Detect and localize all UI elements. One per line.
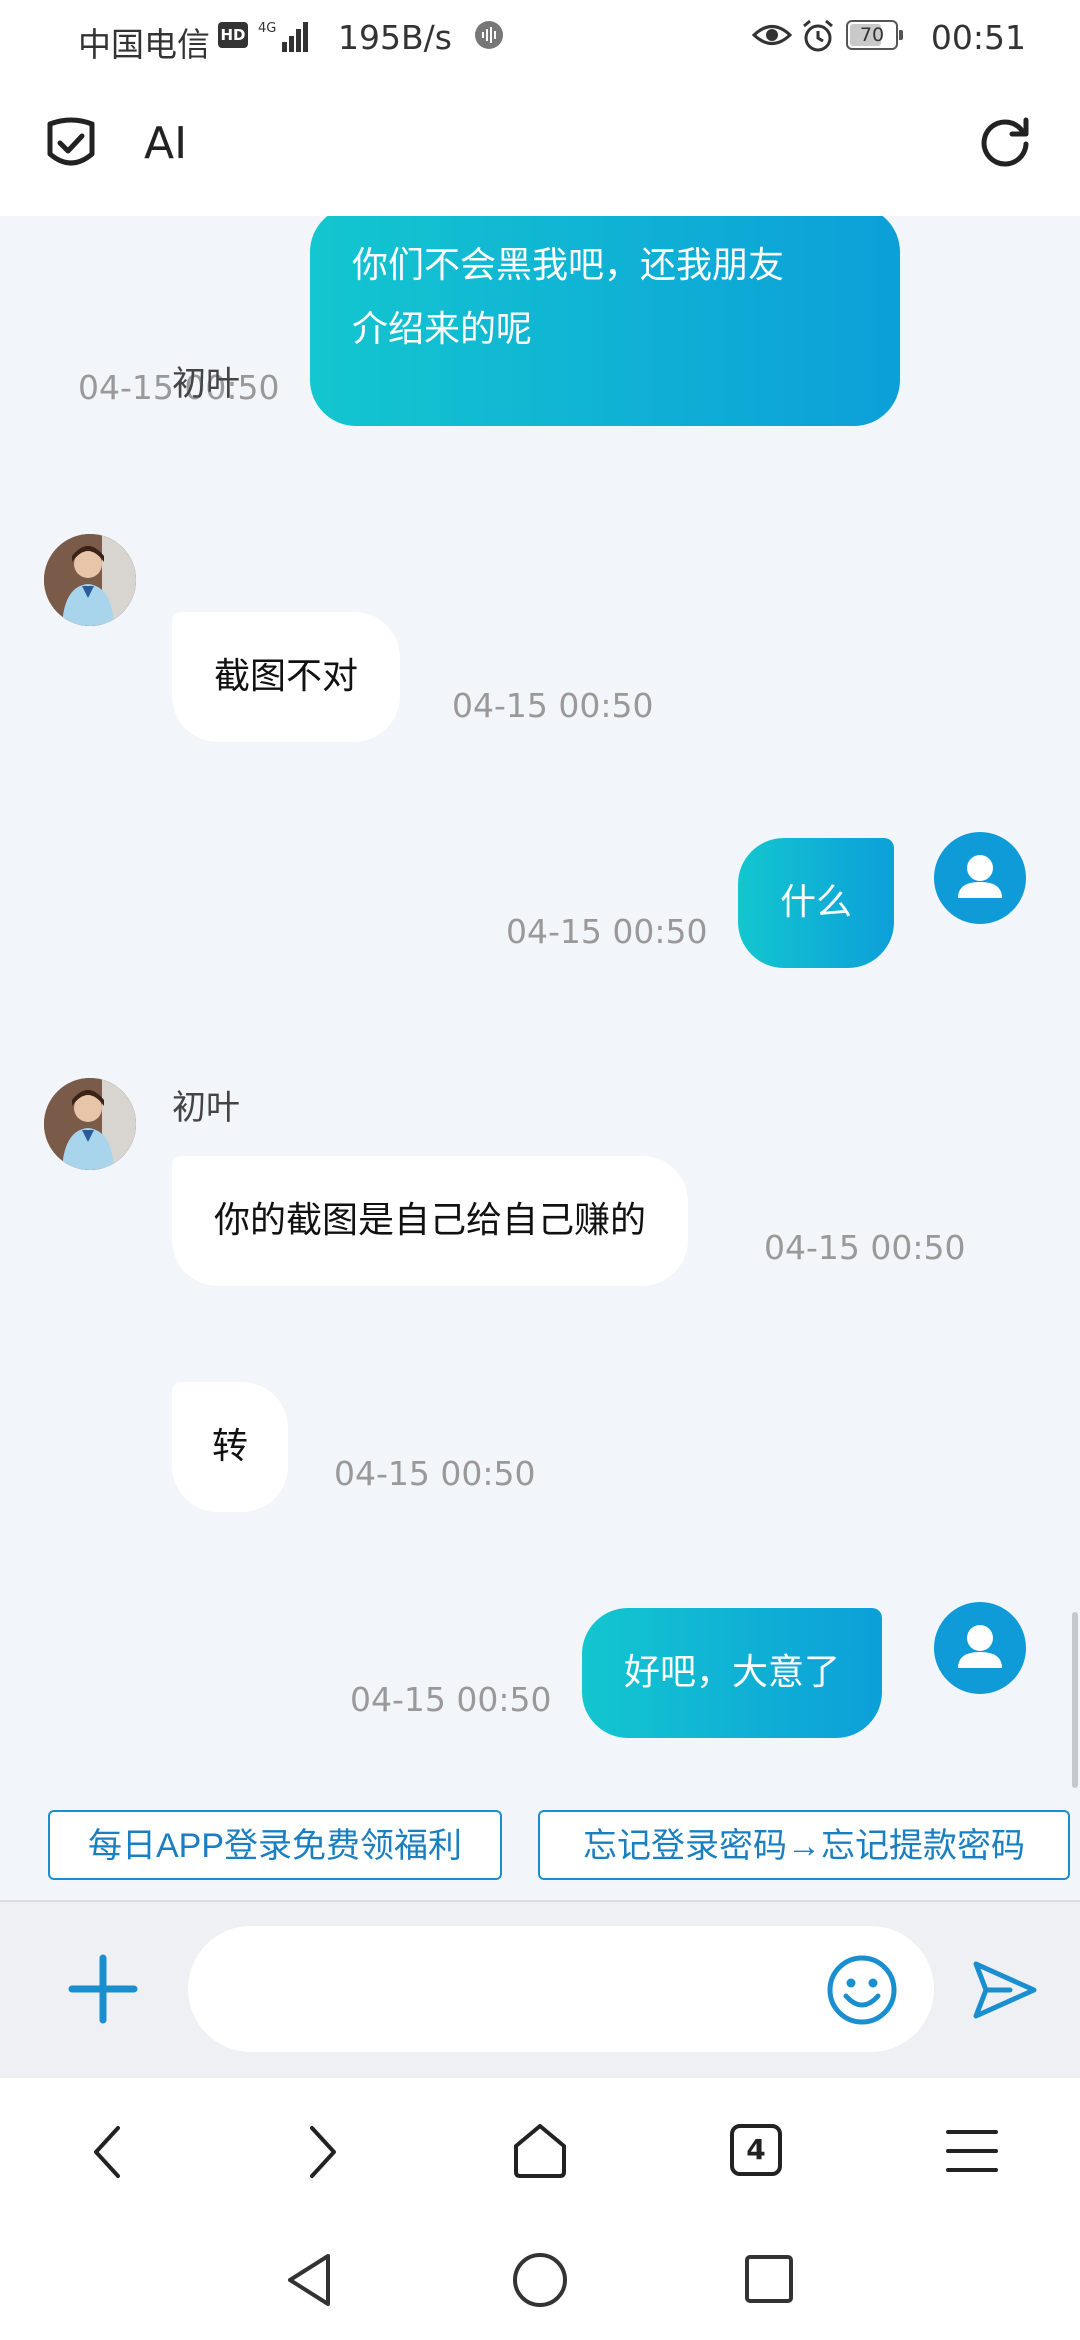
clock: 00:51 (930, 18, 1026, 57)
message-text: 好吧，大意了 (624, 1652, 841, 1693)
system-back-icon[interactable] (284, 2252, 334, 2312)
system-home-icon[interactable] (512, 2252, 568, 2312)
message-text: 什么 (780, 882, 853, 923)
send-icon[interactable] (970, 1958, 1040, 2026)
message-time: 04-15 00:50 (350, 1680, 552, 1719)
message-bubble-incoming: 截图不对 (172, 612, 401, 742)
hd-badge: HD (218, 22, 248, 48)
carrier-label: 中国电信 (78, 25, 210, 64)
alarm-icon (800, 18, 836, 58)
message-text: 转 (212, 1426, 249, 1467)
refresh-icon[interactable] (976, 112, 1034, 174)
sender-name: 初叶 (172, 364, 240, 404)
network-speed: 195B/s (338, 18, 452, 57)
message-bubble-outgoing: 你们不会黑我吧，还我朋友 介绍来的呢 (310, 216, 900, 426)
menu-icon[interactable] (946, 2128, 998, 2178)
quick-reply-forgot-password[interactable]: 忘记登录密码→忘记提款密码 (538, 1810, 1070, 1880)
browser-nav-bar: 4 (0, 2078, 1080, 2226)
plus-icon[interactable] (66, 1952, 140, 2030)
message-text: 你的截图是自己给自己赚的 (214, 1200, 647, 1241)
quick-reply-daily-login[interactable]: 每日APP登录免费领福利 (48, 1810, 502, 1880)
agent-avatar[interactable] (44, 534, 136, 626)
message-bubble-incoming: 转 (172, 1382, 289, 1512)
back-icon[interactable] (88, 2124, 128, 2184)
message-time: 04-15 00:50 (506, 912, 708, 951)
battery-indicator: 70 (846, 20, 903, 50)
message-bubble-outgoing: 什么 (738, 838, 895, 968)
forward-icon[interactable] (302, 2124, 342, 2184)
message-text: 介绍来的呢 (352, 309, 533, 350)
system-recents-icon[interactable] (744, 2254, 794, 2308)
message-text: 你们不会黑我吧，还我朋友 (352, 245, 785, 286)
voice-activity-icon (474, 20, 504, 54)
system-nav-bar (0, 2226, 1080, 2340)
message-bubble-incoming: 你的截图是自己给自己赚的 (172, 1156, 689, 1286)
message-input-bar (0, 1902, 1080, 2078)
tab-count: 4 (746, 2133, 766, 2166)
eye-comfort-icon (751, 20, 793, 54)
battery-level: 70 (859, 24, 885, 46)
message-time: 04-15 00:50 (334, 1454, 536, 1493)
user-avatar[interactable] (934, 832, 1026, 924)
header-bar: AI (0, 72, 1080, 216)
message-time: 04-15 00:50 (452, 686, 654, 725)
status-bar: 中国电信 HD 4G 195B/s 70 00:51 (0, 0, 1080, 72)
sender-name: 初叶 (172, 1088, 240, 1128)
emoji-icon[interactable] (826, 1954, 898, 2030)
page-title: AI (144, 118, 188, 169)
message-text: 截图不对 (214, 656, 359, 697)
message-input[interactable] (188, 1926, 934, 2052)
quick-replies: 每日APP登录免费领福利 忘记登录密码→忘记提款密码 (0, 1790, 1080, 1902)
chat-scrollbar[interactable] (1072, 1612, 1078, 1788)
message-time: 04-15 00:50 (764, 1228, 966, 1267)
home-icon[interactable] (512, 2122, 568, 2182)
user-avatar[interactable] (934, 1602, 1026, 1694)
agent-avatar[interactable] (44, 1078, 136, 1170)
signal-icon: 4G (258, 18, 314, 58)
tabs-icon[interactable]: 4 (730, 2124, 782, 2176)
message-bubble-outgoing: 好吧，大意了 (582, 1608, 883, 1738)
network-type: 4G (258, 21, 276, 36)
shield-check-icon (44, 114, 98, 176)
chat-area[interactable]: 你们不会黑我吧，还我朋友 介绍来的呢 04-15 00:50 初叶 截图不对 0… (0, 216, 1080, 1790)
